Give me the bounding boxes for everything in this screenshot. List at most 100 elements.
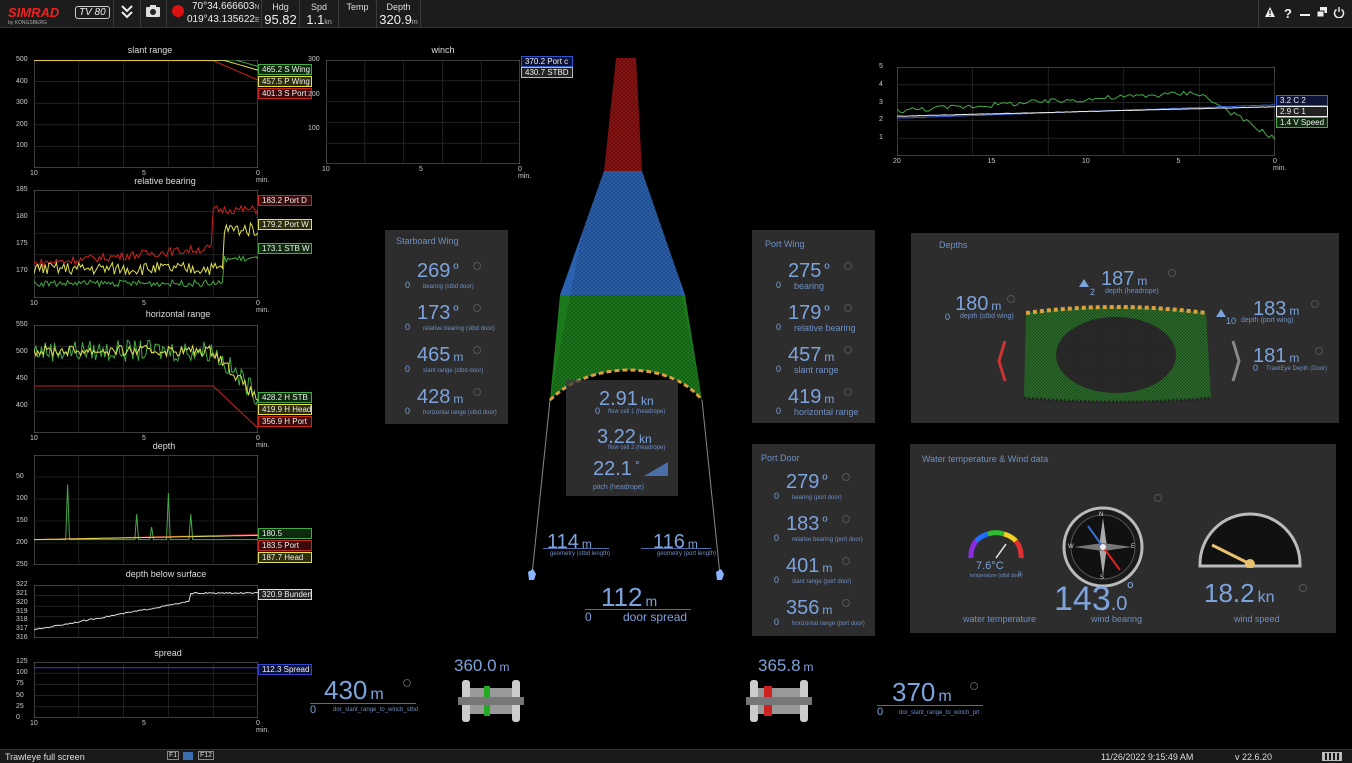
stbd-wing-row-value: 173 º — [417, 302, 459, 325]
chart-x-tick: 0 min. — [256, 720, 270, 734]
latitude: 70°34.666603 — [192, 1, 255, 12]
chart-y-tick: 100 — [16, 142, 28, 150]
port-door-label: slant range (port door) — [792, 579, 852, 585]
flow2-label: flow cell 2 (headrope) — [608, 445, 666, 451]
headrope-panel: 2.91 kn 0 flow cell 1 (headrope) 3.22 kn f… — [566, 380, 678, 496]
chart-x-tick: 0 min. — [256, 170, 270, 184]
chart-frame — [326, 60, 520, 164]
stbd-wing-unit: º — [453, 302, 459, 318]
stbd-depth-status-icon — [1007, 295, 1015, 303]
chart-y-tick: 320 — [16, 598, 28, 606]
position-cell: 70°34.666603N 019°43.135622E — [184, 0, 262, 28]
chart-x-tick: 5 — [142, 720, 146, 727]
wind-speed-unit: kn — [1257, 589, 1275, 606]
chart-plot — [897, 67, 1275, 156]
stbd-wing-value: 173 — [417, 302, 451, 324]
chart-frame — [34, 325, 258, 433]
stbd-wing-status-icon — [473, 346, 481, 354]
chart-legend-item: 173.1 STB W — [258, 243, 312, 254]
tb-sep-right — [1258, 0, 1259, 28]
pitch-unit: ° — [634, 458, 640, 472]
stbd-wing-unit: m — [453, 392, 464, 406]
port-range-unit: m — [938, 688, 952, 705]
port-wing-unit: º — [824, 260, 830, 276]
wind-speed-status-icon — [1299, 584, 1307, 592]
chart-legend-item: 183.5 Port — [258, 540, 312, 551]
warning-icon[interactable] — [1260, 4, 1280, 24]
flow1-value: 2.91 — [599, 388, 638, 410]
port-door-unit: º — [822, 513, 828, 529]
head-depth-status-icon — [1168, 269, 1176, 277]
chart-y-tick: 1 — [879, 134, 883, 142]
pitch-indicator-icon — [644, 462, 668, 476]
head-depth-label: depth (headrope) — [1105, 288, 1159, 295]
top-toolbar: SIMRAD by KONGSBERG TV 80 70°34.666603N … — [0, 0, 1352, 28]
chart-y-tick: 200 — [16, 120, 28, 128]
chart-y-tick: 400 — [16, 77, 28, 85]
port-door-unit: º — [822, 471, 828, 487]
chart-y-tick: 550 — [16, 321, 28, 328]
chart-legend-item: 180.5 — [258, 528, 312, 539]
chart-y-tick: 100 — [16, 669, 28, 677]
stbd-wing-value: 428 — [417, 386, 451, 408]
chart-y-tick: 150 — [16, 517, 28, 524]
chart-frame — [34, 585, 258, 638]
chart-legend-item: 187.7 Head — [258, 552, 312, 563]
compass-north: N — [1099, 512, 1104, 518]
flow1-label: flow cell 1 (headrope) — [608, 409, 666, 415]
stbd-winch-wrap: 360.0 m — [454, 656, 510, 676]
speed-value: 1.1 — [306, 12, 325, 27]
port-wing-status-icon — [844, 262, 852, 270]
power-icon[interactable] — [1329, 4, 1349, 24]
temp-zero: 0 — [1018, 572, 1022, 578]
chart-frame — [34, 60, 258, 168]
stbd-range-status-icon — [403, 679, 411, 687]
port-door-unit: m — [822, 561, 833, 575]
temp-label: water temperature — [963, 614, 1037, 624]
depth-unit: m — [411, 19, 418, 26]
port-range-zero: 0 — [877, 706, 884, 718]
door-spread-value: 112 — [601, 582, 643, 612]
camera-icon[interactable] — [143, 4, 163, 24]
chart-x-tick: 15 — [987, 158, 996, 165]
chart-y-tick: 322 — [16, 581, 28, 588]
heading-cell: Hdg 95.82 — [262, 0, 300, 28]
port-wing-value: 419 — [788, 386, 822, 408]
brand-name: SIMRAD — [8, 5, 60, 20]
speed-unit: kn — [324, 19, 332, 26]
stbd-wing-status-icon — [473, 262, 481, 270]
heading-label: Hdg — [272, 2, 289, 12]
chart-plot — [34, 190, 258, 298]
depths-panel: Depths 187 m 2 depth (headrope) 180 m 0 de… — [911, 233, 1339, 423]
weather-title: Water temperature & Wind data — [922, 454, 1049, 464]
port-door-status-icon — [842, 515, 850, 523]
port-wing-unit: º — [824, 302, 830, 318]
chart-y-tick: 200 — [16, 539, 28, 546]
wind-bearing-status-icon — [1154, 494, 1162, 502]
temp-label: Temp — [346, 2, 369, 12]
chart-legend-item: 2.9 C 1 — [1276, 106, 1328, 117]
chart-y-tick: 75 — [16, 680, 24, 688]
flow1-unit: kn — [640, 394, 654, 408]
port-door-zero: 0 — [774, 575, 780, 585]
chart-y-tick: 170 — [16, 267, 28, 274]
port-wing-label: relative bearing — [794, 323, 856, 333]
port-wing-unit: m — [824, 392, 835, 406]
stbd-wing-status-icon — [473, 304, 481, 312]
chevron-double-down-icon[interactable] — [117, 4, 137, 24]
f12-key-button[interactable]: F12 — [198, 751, 215, 760]
f1-key-button[interactable]: F1 — [167, 751, 180, 760]
chart-plot — [326, 60, 520, 164]
port-door-panel: Port Door 279 º 0 bearing (port door) 183 º 0 r… — [752, 444, 875, 636]
trawl-net-graphic — [528, 58, 724, 580]
port-door-row-value: 356 m — [786, 597, 832, 620]
temp-unit: °C — [991, 560, 1004, 572]
lat-hemi: N — [254, 4, 260, 11]
port-door-row-value: 183 º — [786, 513, 828, 536]
display-icon[interactable] — [183, 752, 193, 760]
port-door-zero: 0 — [774, 533, 780, 543]
chart-frame — [34, 455, 258, 565]
door-port — [716, 569, 724, 580]
keyboard-icon[interactable] — [1322, 752, 1342, 761]
chart-y-tick: 180 — [16, 213, 28, 220]
